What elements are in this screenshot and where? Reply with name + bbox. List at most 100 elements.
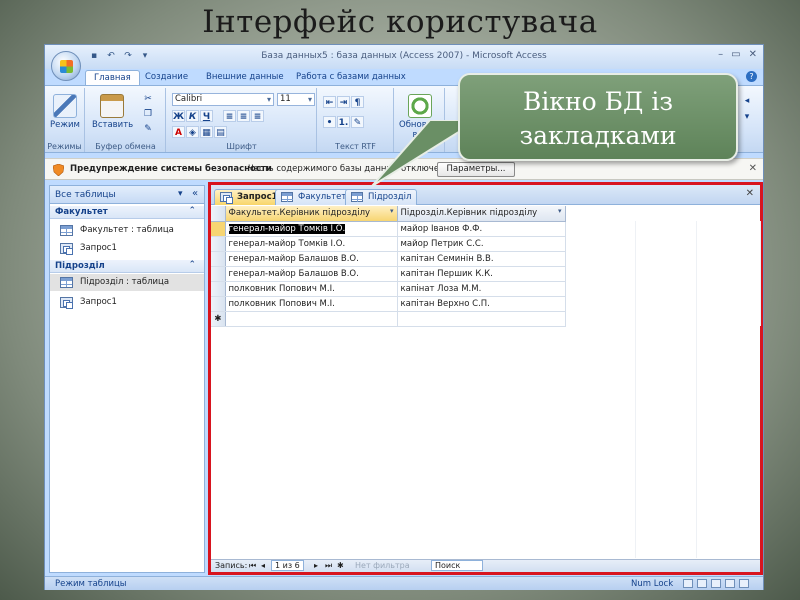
- copy-icon[interactable]: ❐: [142, 109, 154, 120]
- query-icon: [60, 297, 73, 309]
- last-record-icon[interactable]: ⏭: [325, 561, 332, 571]
- callout-box: Вікно БД із закладками: [458, 73, 738, 161]
- status-mode: Режим таблицы: [55, 579, 127, 589]
- new-record-icon[interactable]: ✱: [337, 561, 344, 570]
- align-left-icon[interactable]: ≡: [223, 110, 236, 122]
- underline-button[interactable]: Ч: [200, 110, 213, 122]
- row-selector[interactable]: [211, 296, 226, 312]
- pivot-table-view-icon[interactable]: [697, 579, 707, 588]
- rtl-icon[interactable]: ¶: [351, 96, 364, 108]
- nav-item-faculty-table[interactable]: Факультет : таблица: [50, 222, 204, 239]
- table-cell[interactable]: майор Іванов Ф.Ф.: [397, 221, 566, 237]
- nav-dropdown-icon[interactable]: ▾: [178, 189, 183, 199]
- design-view-icon[interactable]: [739, 579, 749, 588]
- ribbon-more-icon[interactable]: ◂: [741, 96, 753, 107]
- increase-indent-icon[interactable]: ⇥: [337, 96, 350, 108]
- table-cell[interactable]: капітан Семинін В.В.: [397, 251, 566, 267]
- table-cell[interactable]: капітан Першик К.К.: [397, 266, 566, 282]
- next-record-icon[interactable]: ▸: [314, 561, 318, 570]
- table-cell[interactable]: полковник Попович М.І.: [225, 281, 398, 297]
- doc-tab-faculty[interactable]: Факультет: [275, 189, 353, 205]
- font-name-select[interactable]: Calibri: [172, 93, 274, 106]
- nav-item-division-table[interactable]: Підрозділ : таблица: [50, 274, 204, 291]
- security-warning-title: Предупреждение системы безопасности: [70, 164, 272, 174]
- row-selector[interactable]: [211, 266, 226, 282]
- bullets-icon[interactable]: •: [323, 116, 336, 128]
- doc-tab-division[interactable]: Підрозділ: [345, 189, 418, 205]
- tab-external-data[interactable]: Внешние данные: [198, 70, 292, 85]
- italic-button[interactable]: К: [186, 110, 199, 122]
- format-painter-icon[interactable]: ✎: [142, 124, 154, 135]
- table-cell[interactable]: капітан Верхно С.П.: [397, 296, 566, 312]
- minimize-icon[interactable]: –: [718, 49, 723, 60]
- decrease-indent-icon[interactable]: ⇤: [323, 96, 336, 108]
- chevron-up-icon[interactable]: ⌃: [188, 260, 196, 270]
- nav-item-faculty-query[interactable]: Запрос1: [50, 240, 204, 257]
- bold-button[interactable]: Ж: [172, 110, 185, 122]
- table-cell[interactable]: майор Петрик С.С.: [397, 236, 566, 252]
- select-all-cell[interactable]: [211, 206, 226, 222]
- prev-record-icon[interactable]: ◂: [261, 561, 265, 570]
- sql-view-icon[interactable]: [725, 579, 735, 588]
- navigation-pane: Все таблицы ▾ « Факультет ⌃ Факультет : …: [49, 185, 205, 573]
- nav-collapse-icon[interactable]: «: [192, 188, 198, 199]
- tab-create[interactable]: Создание: [137, 70, 196, 85]
- first-record-icon[interactable]: ⏮: [249, 561, 256, 571]
- row-selector[interactable]: [211, 221, 226, 237]
- grid-empty-area: [565, 206, 760, 221]
- column-header-division-head[interactable]: Підрозділ.Керівник підрозділу ▾: [397, 206, 566, 222]
- paste-button[interactable]: Вставить: [92, 94, 133, 130]
- grid-empty-area: [565, 251, 761, 266]
- view-button[interactable]: Режим: [48, 94, 82, 130]
- nav-header[interactable]: Все таблицы ▾ «: [50, 186, 204, 204]
- alt-fill-icon[interactable]: ▤: [214, 126, 227, 138]
- maximize-icon[interactable]: ▭: [731, 49, 740, 60]
- tab-database-tools[interactable]: Работа с базами данных: [288, 70, 414, 85]
- rtf-row-2: • 1. ✎: [323, 116, 364, 128]
- nav-group-division[interactable]: Підрозділ ⌃: [50, 260, 204, 273]
- table-cell[interactable]: [397, 311, 566, 327]
- align-center-icon[interactable]: ≡: [237, 110, 250, 122]
- close-icon[interactable]: ✕: [749, 49, 757, 60]
- pivot-chart-view-icon[interactable]: [711, 579, 721, 588]
- row-selector[interactable]: [211, 251, 226, 267]
- table-cell[interactable]: генерал-майор Томків І.О.: [225, 221, 398, 237]
- document-close-icon[interactable]: ✕: [746, 188, 754, 199]
- doc-tab-query1[interactable]: Запрос1: [214, 189, 284, 205]
- table-cell[interactable]: полковник Попович М.І.: [225, 296, 398, 312]
- record-label: Запись:: [215, 561, 248, 570]
- row-selector[interactable]: [211, 281, 226, 297]
- query-icon: [220, 192, 233, 204]
- new-record-marker[interactable]: ✱: [211, 311, 226, 327]
- chevron-up-icon[interactable]: ⌃: [188, 206, 196, 216]
- table-cell[interactable]: генерал-майор Балашов В.О.: [225, 266, 398, 282]
- column-header-faculty-head[interactable]: Факультет.Керівник підрозділу ▾: [225, 206, 398, 222]
- security-bar-close-icon[interactable]: ✕: [749, 163, 757, 174]
- datasheet-view-icon[interactable]: [683, 579, 693, 588]
- align-right-icon[interactable]: ≡: [251, 110, 264, 122]
- view-label: Режим: [50, 120, 80, 130]
- column-dropdown-icon[interactable]: ▾: [390, 207, 394, 215]
- numbering-icon[interactable]: 1.: [337, 116, 350, 128]
- tab-home[interactable]: Главная: [85, 70, 140, 85]
- table-cell[interactable]: капінат Лоза М.М.: [397, 281, 566, 297]
- nav-group-faculty[interactable]: Факультет ⌃: [50, 206, 204, 219]
- font-size-select[interactable]: 11: [277, 93, 315, 106]
- help-icon[interactable]: ?: [746, 71, 757, 82]
- record-position-input[interactable]: 1 из 6: [271, 560, 304, 571]
- fill-color-icon[interactable]: ◈: [186, 126, 199, 138]
- column-dropdown-icon[interactable]: ▾: [558, 207, 562, 215]
- nav-item-division-query[interactable]: Запрос1: [50, 294, 204, 311]
- table-cell[interactable]: [225, 311, 398, 327]
- filter-status[interactable]: Нет фильтра: [355, 561, 410, 570]
- nav-group-label: Підрозділ: [55, 261, 105, 271]
- row-selector[interactable]: [211, 236, 226, 252]
- ribbon-scroll-icon[interactable]: ▾: [741, 112, 753, 123]
- font-color-icon[interactable]: A: [172, 126, 185, 138]
- cut-icon[interactable]: ✂: [142, 94, 154, 105]
- search-input[interactable]: Поиск: [431, 560, 483, 571]
- table-cell[interactable]: генерал-майор Балашов В.О.: [225, 251, 398, 267]
- office-button[interactable]: [51, 51, 81, 81]
- gridlines-icon[interactable]: ▦: [200, 126, 213, 138]
- table-cell[interactable]: генерал-майор Томків І.О.: [225, 236, 398, 252]
